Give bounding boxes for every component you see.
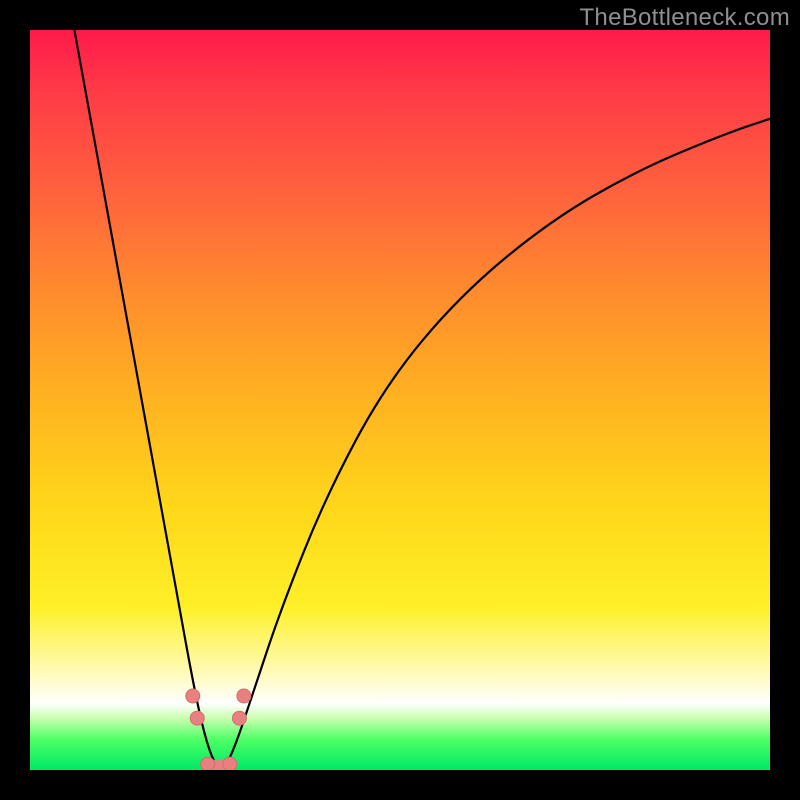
watermark-text: TheBottleneck.com [579, 4, 790, 32]
curve-markers-left [186, 689, 204, 725]
curve-marker [237, 689, 251, 703]
plot-area [30, 30, 770, 770]
curve-markers-bottom [201, 757, 237, 770]
curve-marker [223, 757, 237, 770]
curve-marker [232, 711, 246, 725]
curve-marker [190, 711, 204, 725]
chart-frame: TheBottleneck.com [0, 0, 800, 800]
bottleneck-curve [30, 30, 770, 770]
curve-marker [201, 757, 215, 770]
curve-marker [186, 689, 200, 703]
